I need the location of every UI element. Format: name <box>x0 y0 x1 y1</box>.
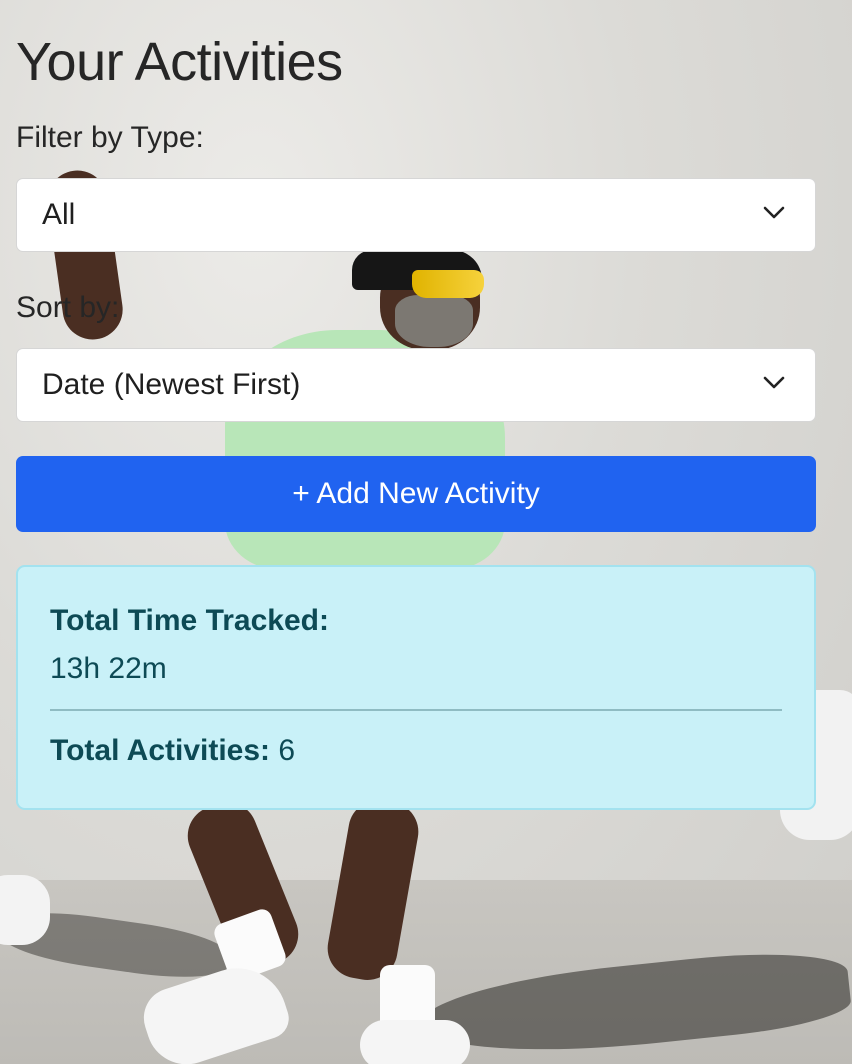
summary-divider <box>50 709 782 711</box>
add-new-activity-button[interactable]: + Add New Activity <box>16 456 816 532</box>
filter-label: Filter by Type: <box>16 121 204 154</box>
total-time-label: Total Time Tracked: <box>50 604 329 637</box>
total-time-value: 13h 22m <box>50 652 167 685</box>
total-activities-value: 6 <box>278 734 296 767</box>
total-activities-label: Total Activities: <box>50 734 271 767</box>
page-title: Your Activities <box>16 32 343 92</box>
chevron-down-icon <box>763 376 785 389</box>
sort-label: Sort by: <box>16 291 120 324</box>
sort-selected-value: Date (Newest First) <box>42 368 301 401</box>
chevron-down-icon <box>763 206 785 219</box>
activities-panel: Your Activities Filter by Type: All Sort… <box>0 0 852 1064</box>
filter-type-select[interactable]: All <box>16 178 816 252</box>
sort-by-select[interactable]: Date (Newest First) <box>16 348 816 422</box>
total-activities-row: Total Activities: 6 <box>50 733 782 769</box>
filter-selected-value: All <box>42 198 76 231</box>
activity-summary-card: Total Time Tracked: 13h 22m Total Activi… <box>16 565 816 810</box>
